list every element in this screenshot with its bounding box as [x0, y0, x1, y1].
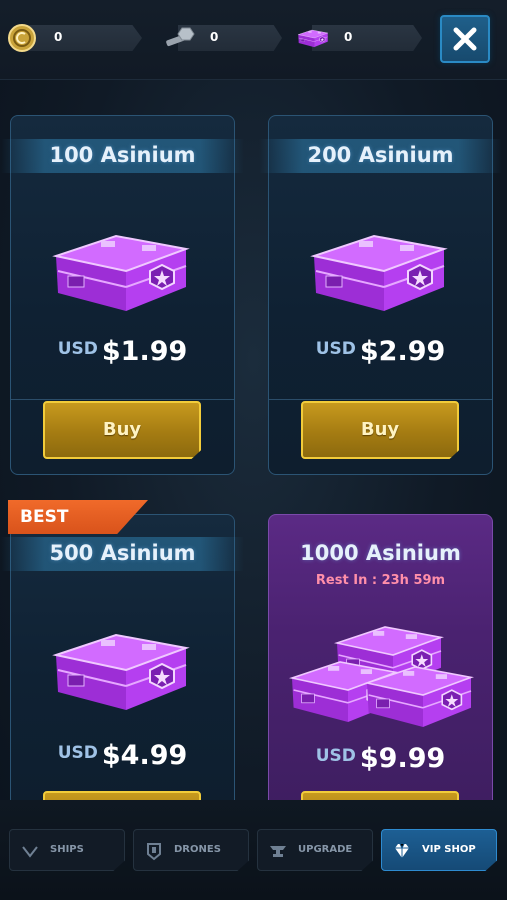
close-icon	[453, 27, 477, 51]
crate-image	[359, 655, 479, 735]
offer-card-1000: 1000 Asinium Rest In : 23h 59m USD $9.99	[268, 514, 493, 849]
offer-price: USD $2.99	[269, 336, 492, 367]
crate-icon	[296, 23, 330, 53]
buy-button[interactable]: Buy	[43, 401, 201, 459]
offer-price: USD $4.99	[11, 740, 234, 771]
price-currency: USD	[315, 746, 356, 766]
offer-title: 200 Asinium	[307, 143, 454, 167]
price-amount: $4.99	[101, 740, 188, 771]
offer-card-500: 500 Asinium USD $4.99	[1, 514, 244, 849]
tab-vip-shop[interactable]: VIP SHOP	[381, 829, 497, 871]
offer-price: USD $9.99	[269, 743, 492, 774]
offer-timer: Rest In : 23h 59m	[315, 573, 446, 588]
tab-label: SHIPS	[50, 844, 84, 855]
close-button[interactable]	[440, 15, 490, 63]
vip-shop-screen: 0 0 0 100 Asinium USD $1.99 Buy 200 Asin…	[0, 0, 507, 900]
crate-image	[304, 221, 454, 321]
crates-value: 0	[344, 30, 353, 44]
offer-title: 1000 Asinium	[300, 541, 461, 565]
coin-icon	[8, 24, 36, 52]
bolts-counter: 0	[162, 23, 282, 53]
offer-card-100: 100 Asinium USD $1.99 Buy	[1, 115, 244, 475]
price-currency: USD	[315, 339, 356, 359]
coins-value: 0	[54, 30, 63, 44]
card-divider	[269, 399, 492, 400]
offer-price: USD $1.99	[11, 336, 234, 367]
price-currency: USD	[57, 743, 98, 763]
diamond-icon	[395, 843, 409, 858]
price-amount: $9.99	[359, 743, 446, 774]
tab-drones[interactable]: DRONES	[133, 829, 249, 871]
price-amount: $2.99	[359, 336, 446, 367]
bolt-icon	[166, 27, 195, 47]
anvil-icon	[270, 846, 286, 857]
coins-pill	[22, 25, 142, 51]
bolts-value: 0	[210, 30, 219, 44]
offer-title: 500 Asinium	[49, 541, 196, 565]
tab-label: VIP SHOP	[422, 844, 476, 855]
tab-label: UPGRADE	[298, 844, 353, 855]
crate-image	[46, 221, 196, 321]
drone-icon	[147, 843, 161, 861]
coins-counter: 0	[6, 23, 142, 53]
ship-icon	[22, 846, 38, 858]
offer-card-200: 200 Asinium USD $2.99 Buy	[259, 115, 502, 475]
currency-bar: 0 0 0	[0, 0, 507, 80]
tab-label: DRONES	[174, 844, 221, 855]
tab-ships[interactable]: SHIPS	[9, 829, 125, 871]
card-divider	[11, 399, 234, 400]
crate-image	[46, 620, 196, 720]
price-currency: USD	[57, 339, 98, 359]
crates-counter: 0	[296, 23, 422, 53]
bottom-nav: SHIPS DRONES UPGRADE VIP SHOP	[0, 800, 507, 900]
tab-upgrade[interactable]: UPGRADE	[257, 829, 373, 871]
price-amount: $1.99	[101, 336, 188, 367]
offer-title: 100 Asinium	[49, 143, 196, 167]
buy-button[interactable]: Buy	[301, 401, 459, 459]
